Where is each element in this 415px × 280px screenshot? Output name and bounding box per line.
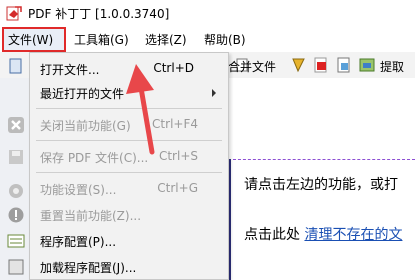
menu-item-reset-function[interactable]: 重置当前功能(Z)... bbox=[30, 203, 228, 227]
menu-item-recent-files[interactable]: 最近打开的文件 bbox=[30, 81, 228, 105]
cleanup-prefix: 点击此处 bbox=[244, 227, 305, 243]
document-copy-icon[interactable] bbox=[335, 56, 353, 74]
save-icon[interactable] bbox=[7, 148, 25, 166]
window-title: PDF 补丁丁 [1.0.0.3740] bbox=[28, 7, 170, 21]
close-function-icon[interactable] bbox=[7, 116, 25, 134]
bookmark-icon[interactable] bbox=[290, 56, 308, 74]
menu-item-label: 保存 PDF 文件(C)... bbox=[40, 151, 149, 165]
welcome-text: 请点击左边的功能，或打 bbox=[244, 177, 398, 193]
menu-item-label: 功能设置(S)... bbox=[40, 183, 117, 197]
menu-item-program-config[interactable]: 程序配置(P)... bbox=[30, 229, 228, 253]
menu-item-label: 关闭当前功能(G) bbox=[40, 119, 131, 133]
settings-icon[interactable] bbox=[7, 182, 25, 200]
merge-files-label[interactable]: 合并文件 bbox=[228, 58, 276, 75]
pdf-red-icon[interactable] bbox=[312, 56, 330, 74]
cleanup-link[interactable]: 清理不存在的文 bbox=[304, 227, 402, 243]
open-file-icon[interactable] bbox=[8, 57, 24, 75]
menu-item-function-settings[interactable]: 功能设置(S)... Ctrl+G bbox=[30, 177, 228, 201]
menu-separator bbox=[36, 140, 222, 141]
submenu-arrow-icon bbox=[212, 89, 216, 97]
load-config-icon[interactable] bbox=[7, 258, 25, 276]
menu-item-save-pdf[interactable]: 保存 PDF 文件(C)... Ctrl+S bbox=[30, 145, 228, 169]
menu-item-load-config[interactable]: 加载程序配置(J)... bbox=[30, 255, 228, 279]
menu-item-close-function[interactable]: 关闭当前功能(G) Ctrl+F4 bbox=[30, 113, 228, 137]
program-config-icon[interactable] bbox=[7, 232, 25, 250]
menu-select[interactable]: 选择(Z) bbox=[145, 31, 187, 48]
menu-item-shortcut: Ctrl+S bbox=[158, 149, 198, 163]
content-divider bbox=[228, 159, 415, 160]
menu-item-shortcut: Ctrl+G bbox=[157, 181, 198, 195]
menu-item-shortcut: Ctrl+F4 bbox=[152, 117, 198, 131]
reset-icon[interactable] bbox=[7, 206, 25, 224]
menu-item-label: 打开文件... bbox=[40, 63, 100, 77]
file-menu-dropdown: 打开文件... Ctrl+D 最近打开的文件 关闭当前功能(G) Ctrl+F4… bbox=[29, 52, 229, 280]
app-logo-icon bbox=[6, 6, 22, 21]
extract-image-icon[interactable] bbox=[358, 56, 376, 74]
menu-separator bbox=[36, 108, 222, 109]
menu-file[interactable]: 文件(W) bbox=[8, 31, 53, 48]
cleanup-text: 点击此处 清理不存在的文 bbox=[244, 224, 402, 244]
content-left-border bbox=[229, 159, 231, 280]
menu-item-label: 重置当前功能(Z)... bbox=[40, 209, 142, 223]
title-bar: PDF 补丁丁 [1.0.0.3740] bbox=[0, 0, 415, 26]
menu-item-shortcut: Ctrl+D bbox=[153, 61, 194, 75]
menu-item-label: 程序配置(P)... bbox=[40, 235, 117, 249]
menu-item-open-file[interactable]: 打开文件... Ctrl+D bbox=[30, 57, 228, 81]
menu-item-label: 加载程序配置(J)... bbox=[40, 261, 137, 275]
menu-separator bbox=[36, 172, 222, 173]
menu-help[interactable]: 帮助(B) bbox=[204, 31, 246, 48]
menu-item-label: 最近打开的文件 bbox=[40, 87, 125, 101]
menu-toolbox[interactable]: 工具箱(G) bbox=[74, 31, 129, 48]
